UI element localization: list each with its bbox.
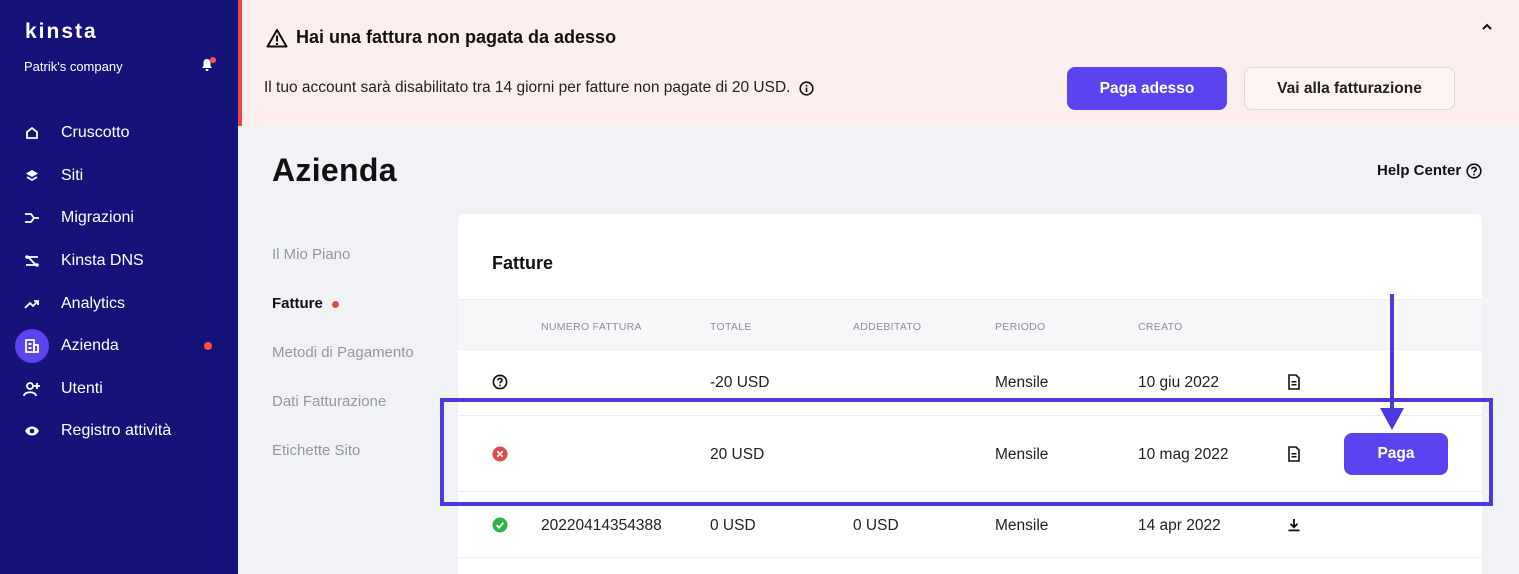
alert-title: Hai una fattura non pagata da adesso xyxy=(296,27,617,47)
invoice-period: Mensile xyxy=(995,517,1049,534)
dns-icon xyxy=(20,249,44,273)
column-header: CREATO xyxy=(1138,321,1183,333)
help-icon xyxy=(1466,162,1482,179)
eye-icon xyxy=(20,419,44,443)
invoice-created: 10 giu 2022 xyxy=(1138,374,1220,391)
info-icon[interactable] xyxy=(799,80,815,96)
column-header: TOTALE xyxy=(710,321,752,333)
sidebar: kinsta Patrik's company Cruscotto Siti M… xyxy=(0,0,238,574)
subnav-item-mio-piano[interactable]: Il Mio Piano xyxy=(272,246,414,295)
success-status-icon xyxy=(492,517,508,533)
document-icon[interactable] xyxy=(1287,374,1301,390)
column-header: NUMERO FATTURA xyxy=(541,321,642,333)
unpaid-invoice-alert: Hai una fattura non pagata da adesso Il … xyxy=(238,0,1519,126)
subnav-item-metodi-pagamento[interactable]: Metodi di Pagamento xyxy=(272,344,414,393)
alert-message: Il tuo account sarà disabilitato tra 14 … xyxy=(264,79,791,96)
sidebar-item-utenti[interactable]: Utenti xyxy=(0,368,238,411)
sidebar-item-migrazioni[interactable]: Migrazioni xyxy=(0,197,238,240)
sidebar-item-label: Kinsta DNS xyxy=(61,252,144,270)
sidebar-item-cruscotto[interactable]: Cruscotto xyxy=(0,112,238,155)
building-icon xyxy=(15,329,49,364)
column-header: PERIODO xyxy=(995,321,1046,333)
migrate-icon xyxy=(20,206,44,230)
home-icon xyxy=(20,121,44,145)
sidebar-item-label: Utenti xyxy=(61,379,103,397)
subnav-item-dati-fatturazione[interactable]: Dati Fatturazione xyxy=(272,393,414,442)
sidebar-item-analytics[interactable]: Analytics xyxy=(0,282,238,325)
annotation-arrow-head xyxy=(1380,408,1404,430)
invoice-period: Mensile xyxy=(995,374,1049,391)
subnav-label: Il Mio Piano xyxy=(272,246,351,263)
page-title: Azienda xyxy=(272,152,397,188)
sidebar-item-label: Siti xyxy=(61,166,84,184)
sidebar-item-label: Analytics xyxy=(61,294,126,312)
subnav-label: Metodi di Pagamento xyxy=(272,344,414,361)
layers-icon xyxy=(20,164,44,188)
invoices-title: Fatture xyxy=(492,253,554,273)
highlight-frame xyxy=(440,398,1493,506)
invoice-total: -20 USD xyxy=(710,374,770,391)
sidebar-nav: Cruscotto Siti Migrazioni Kinsta DNS Ana… xyxy=(0,112,238,453)
download-icon[interactable] xyxy=(1287,517,1301,533)
sidebar-item-registro-attivita[interactable]: Registro attività xyxy=(0,410,238,453)
subnav-label: Fatture xyxy=(272,295,323,312)
sidebar-item-label: Azienda xyxy=(61,337,119,355)
help-center-link[interactable]: Help Center xyxy=(1377,162,1482,179)
warning-icon xyxy=(266,28,288,47)
company-name[interactable]: Patrik's company xyxy=(24,59,123,74)
annotation-arrow-shaft xyxy=(1390,294,1394,412)
question-status-icon xyxy=(492,374,508,390)
kinsta-logo[interactable]: kinsta xyxy=(25,20,98,44)
chevron-up-icon[interactable] xyxy=(1480,22,1494,32)
sidebar-item-label: Migrazioni xyxy=(61,209,134,227)
sidebar-item-kinsta-dns[interactable]: Kinsta DNS xyxy=(0,240,238,283)
user-add-icon xyxy=(20,377,44,401)
trending-up-icon xyxy=(20,292,44,316)
invoices-card: Fatture NUMERO FATTURA TOTALE ADDEBITATO… xyxy=(458,214,1482,574)
subnav-item-etichette-sito[interactable]: Etichette Sito xyxy=(272,442,414,491)
sidebar-item-azienda[interactable]: Azienda xyxy=(0,325,238,368)
column-header: ADDEBITATO xyxy=(853,321,922,333)
invoice-charged: 0 USD xyxy=(853,517,899,534)
company-subnav: Il Mio Piano Fatture Metodi di Pagamento… xyxy=(272,246,414,491)
invoice-total: 0 USD xyxy=(710,517,756,534)
alert-dot xyxy=(204,342,212,351)
pay-now-button[interactable]: Paga adesso xyxy=(1067,67,1227,110)
alert-message-row: Il tuo account sarà disabilitato tra 14 … xyxy=(264,79,815,97)
alert-title-row: Hai una fattura non pagata da adesso xyxy=(266,27,616,48)
alert-dot xyxy=(331,301,339,308)
notification-dot xyxy=(210,57,216,63)
help-center-label: Help Center xyxy=(1377,162,1462,179)
invoice-created: 14 apr 2022 xyxy=(1138,517,1221,534)
subnav-label: Dati Fatturazione xyxy=(272,393,387,410)
sidebar-item-label: Cruscotto xyxy=(61,124,130,142)
subnav-item-fatture[interactable]: Fatture xyxy=(272,295,414,344)
go-to-billing-button[interactable]: Vai alla fatturazione xyxy=(1244,67,1455,110)
sidebar-item-label: Registro attività xyxy=(61,422,172,440)
subnav-label: Etichette Sito xyxy=(272,442,361,459)
sidebar-item-siti[interactable]: Siti xyxy=(0,155,238,198)
invoice-number: 20220414354388 xyxy=(541,517,662,534)
table-header: NUMERO FATTURA TOTALE ADDEBITATO PERIODO… xyxy=(458,299,1482,350)
